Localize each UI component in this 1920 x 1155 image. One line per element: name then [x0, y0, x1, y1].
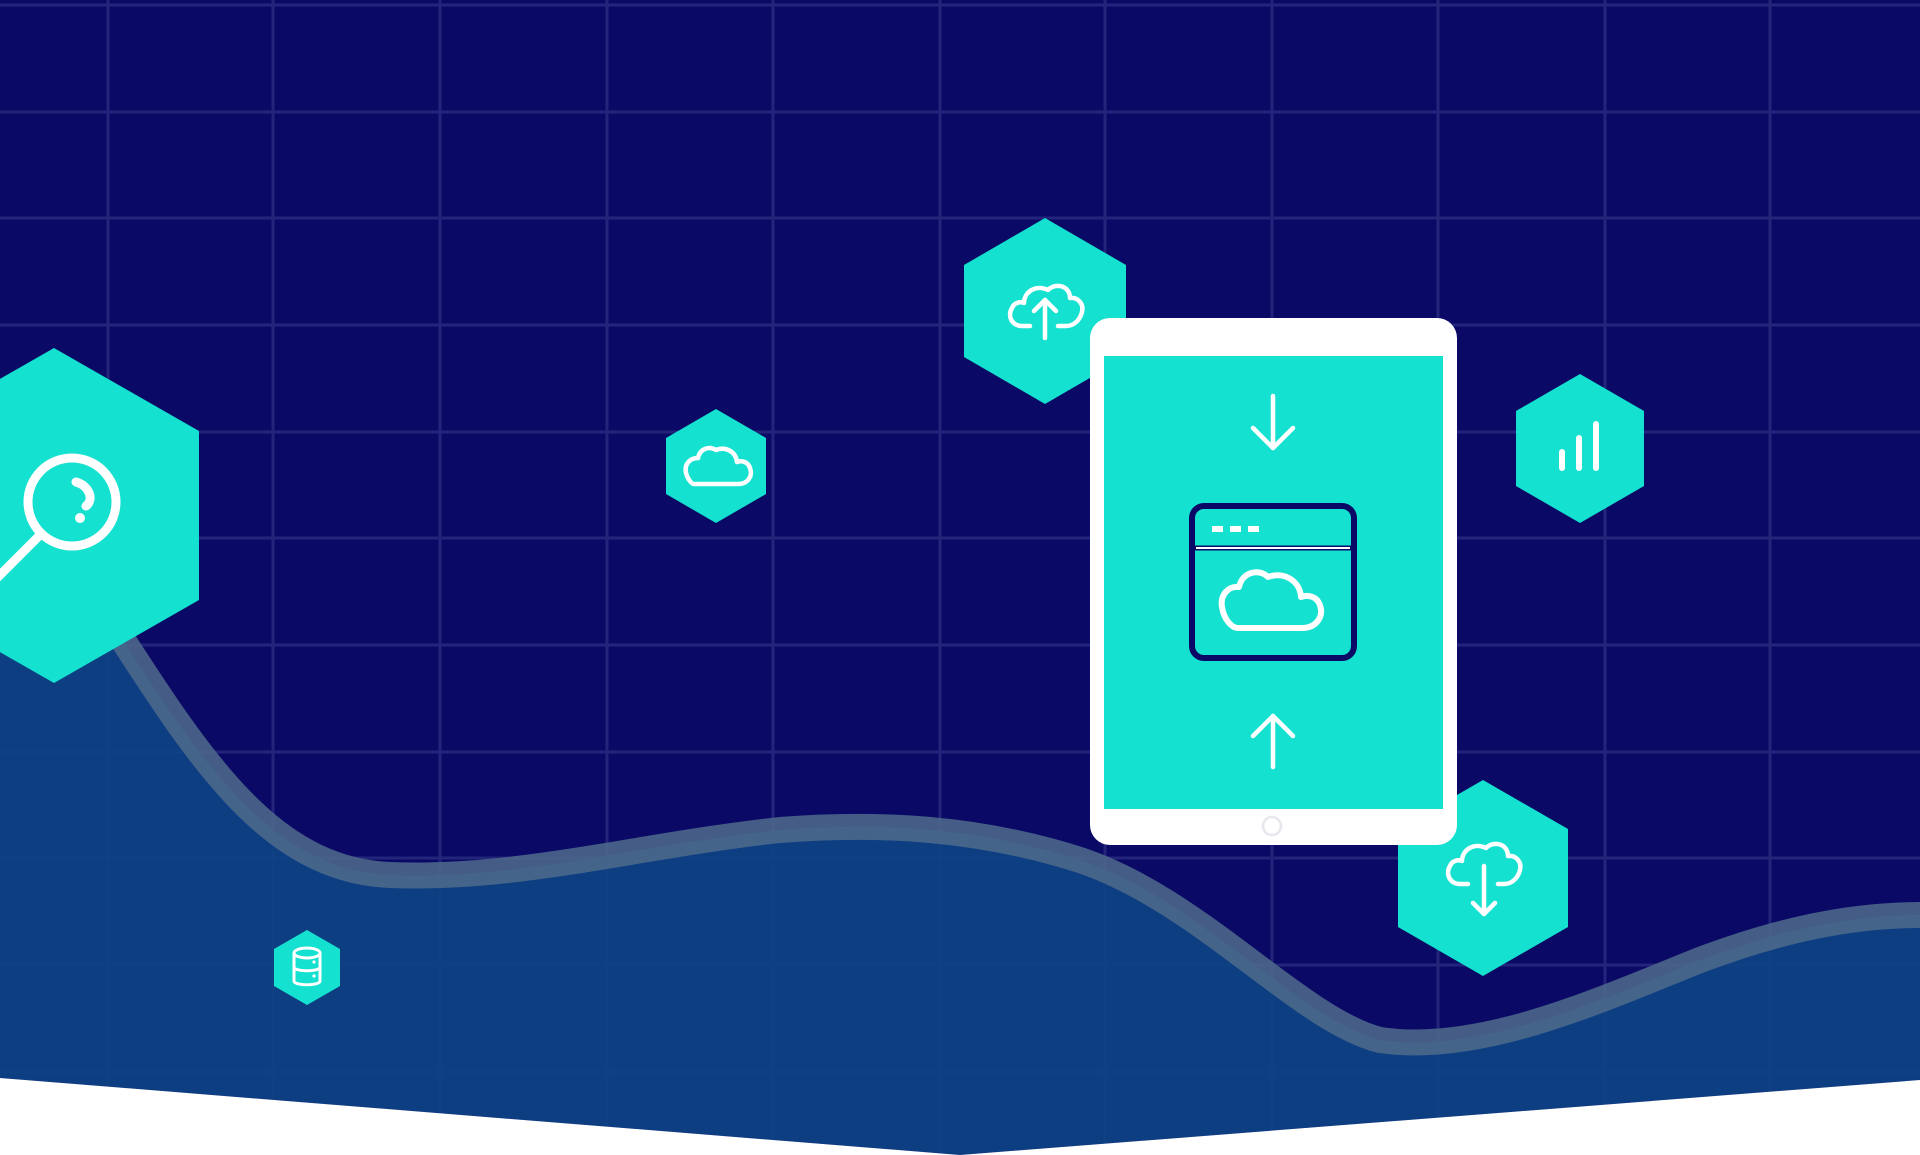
hero-illustration — [0, 0, 1920, 1155]
illustration-canvas — [0, 0, 1920, 1155]
tablet-device — [1090, 318, 1457, 845]
